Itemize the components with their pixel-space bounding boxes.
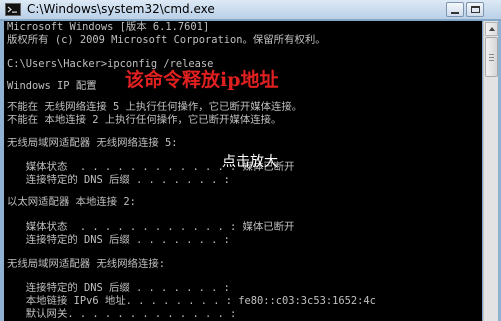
console-line: 本地链接 IPv6 地址. . . . . . . . : fe80::c03:… [7, 295, 376, 307]
minimize-button[interactable] [446, 2, 464, 17]
console-line: 连接特定的 DNS 后缀 . . . . . . . : [7, 174, 230, 186]
title-bar[interactable]: C:\Windows\system32\cmd.exe [0, 0, 501, 20]
console-line: 连接特定的 DNS 后缀 . . . . . . . : [7, 282, 230, 294]
annotation-text: 该命令释放ip地址 [125, 69, 279, 91]
console-line: 以太网适配器 本地连接 2: [7, 196, 136, 208]
cmd-icon [5, 3, 21, 16]
console-line: 不能在 本地连接 2 上执行任何操作，它已断开媒体连接。 [7, 114, 282, 126]
console-line: Microsoft Windows [版本 6.1.7601] [7, 21, 210, 33]
vertical-scrollbar[interactable] [483, 21, 498, 321]
console-line: 版权所有 (c) 2009 Microsoft Corporation。保留所有… [7, 34, 326, 46]
console-line: 连接特定的 DNS 后缀 . . . . . . . : [7, 234, 230, 246]
scroll-up-button[interactable] [485, 22, 498, 36]
console-line: 不能在 无线网络连接 5 上执行任何操作，它已断开媒体连接。 [7, 101, 303, 113]
cmd-window: C:\Windows\system32\cmd.exe Microsoft Wi… [0, 0, 501, 321]
console-line: Windows IP 配置 [7, 80, 97, 92]
minimize-icon [451, 12, 459, 14]
console-line: 无线局域网适配器 无线网络连接 5: [7, 137, 178, 149]
arrow-up-icon [489, 27, 495, 31]
maximize-button[interactable] [466, 2, 484, 17]
window-title: C:\Windows\system32\cmd.exe [27, 2, 215, 16]
scrollbar-thumb[interactable] [485, 37, 498, 77]
console-line: 媒体状态 . . . . . . . . . . . . : 媒体已断开 [7, 221, 295, 233]
console-line: 无线局域网适配器 无线网络连接: [7, 258, 165, 270]
maximize-icon [471, 6, 480, 13]
console-line: 默认网关. . . . . . . . . . . . . : [7, 308, 237, 320]
zoom-hint-text[interactable]: 点击放大 [222, 151, 278, 171]
